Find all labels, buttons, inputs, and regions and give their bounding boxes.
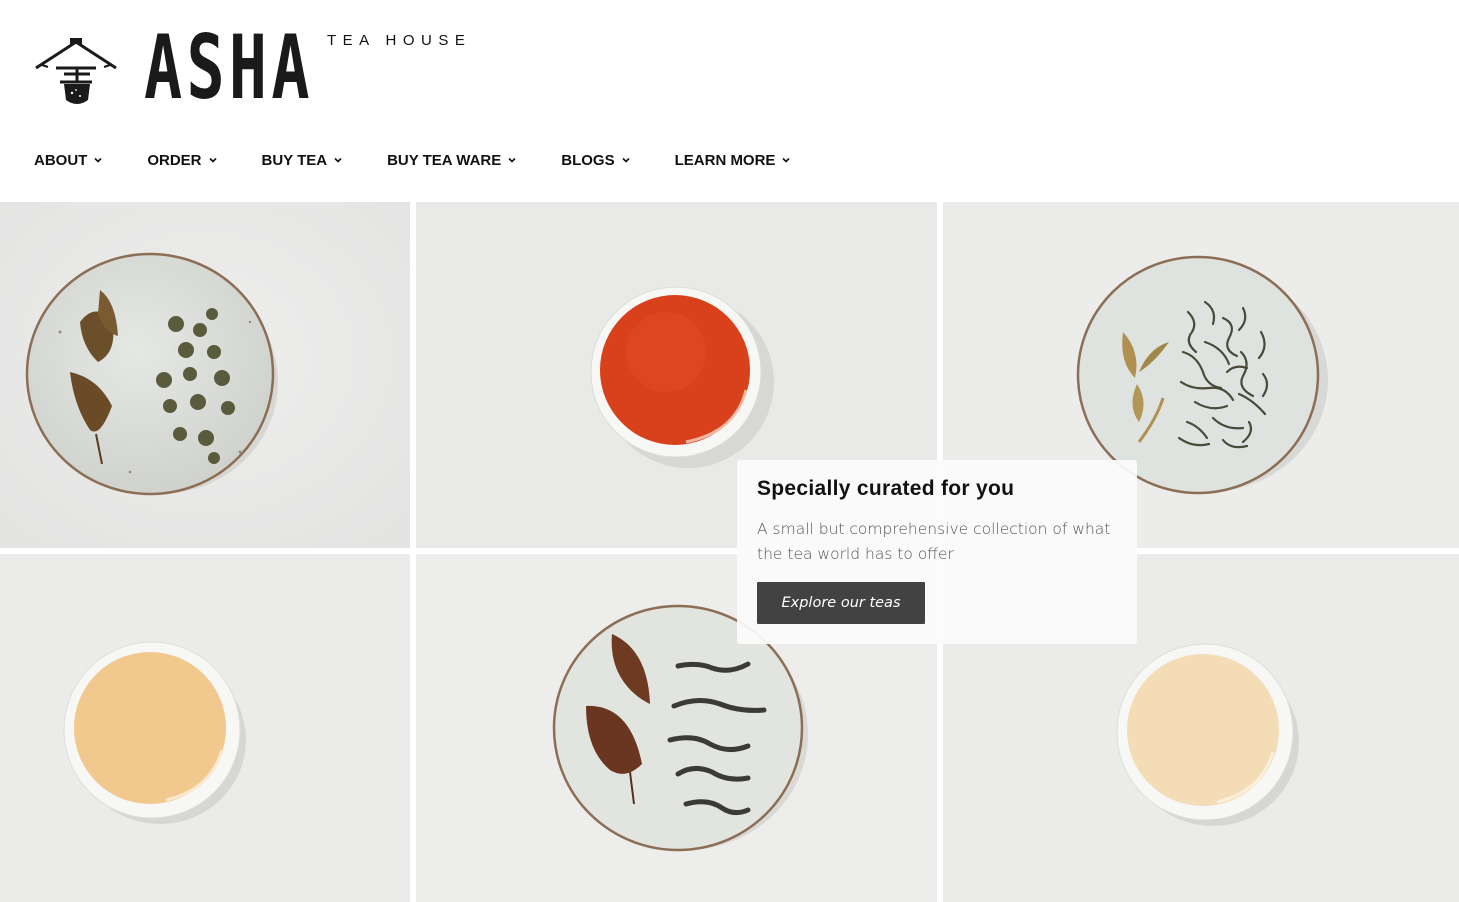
nav-item-blogs[interactable]: BLOGS — [561, 148, 631, 172]
amber-tea-cup-image — [0, 554, 410, 902]
nav-item-label: ORDER — [147, 151, 202, 169]
nav-item-label: BLOGS — [561, 151, 615, 169]
site-header: ASHA TEA HOUSE ABOUT ORDER BUY TEA BUY T… — [0, 0, 1459, 202]
chevron-down-icon — [208, 157, 217, 163]
tea-plate-image — [0, 202, 410, 548]
nav-item-learn-more[interactable]: LEARN MORE — [675, 148, 793, 172]
nav-item-buy-tea[interactable]: BUY TEA — [262, 148, 345, 172]
nav-item-about[interactable]: ABOUT — [34, 148, 104, 172]
brand-logo[interactable]: ASHA TEA HOUSE — [34, 24, 504, 115]
main-nav: ABOUT ORDER BUY TEA BUY TEA WARE BLOGS L… — [34, 148, 835, 172]
chevron-down-icon — [94, 157, 102, 163]
nav-item-buy-tea-ware[interactable]: BUY TEA WARE — [387, 148, 518, 172]
grid-divider — [0, 548, 1459, 554]
teapot-pavilion-icon — [35, 38, 117, 104]
explore-teas-button[interactable]: Explore our teas — [757, 582, 925, 624]
nav-item-label: BUY TEA — [261, 151, 328, 169]
nav-item-label: ABOUT — [34, 151, 88, 169]
nav-item-label: LEARN MORE — [674, 151, 776, 169]
chevron-down-icon — [622, 157, 630, 163]
chevron-down-icon — [782, 157, 791, 163]
nav-item-order[interactable]: ORDER — [147, 148, 218, 172]
promo-card-text: A small but comprehensive collection of … — [757, 520, 1111, 563]
brand-name: ASHA — [144, 16, 314, 119]
chevron-down-icon — [508, 157, 516, 163]
promo-card-title: Specially curated for you — [757, 477, 1015, 500]
hero-image-grid — [0, 202, 1459, 902]
promo-card: Specially curated for you A small but co… — [737, 460, 1137, 644]
chevron-down-icon — [334, 157, 342, 163]
brand-tagline: TEA HOUSE — [327, 32, 472, 49]
nav-item-label: BUY TEA WARE — [387, 151, 502, 169]
